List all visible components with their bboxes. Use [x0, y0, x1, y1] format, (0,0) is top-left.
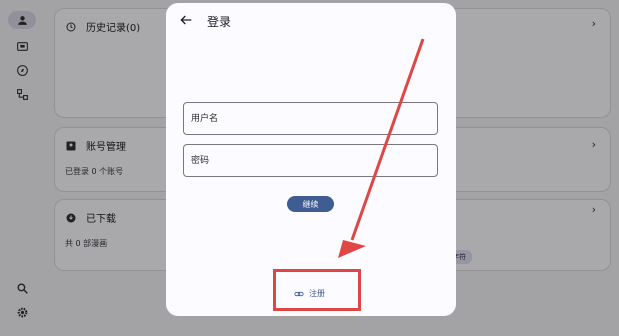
- password-field[interactable]: [183, 144, 438, 177]
- password-input[interactable]: [184, 145, 437, 176]
- continue-button[interactable]: 继续: [287, 196, 334, 212]
- username-input[interactable]: [184, 103, 437, 134]
- highlight-box: [273, 269, 361, 311]
- dialog-title: 登录: [207, 15, 232, 29]
- back-arrow-icon[interactable]: [178, 12, 194, 28]
- username-field[interactable]: [183, 102, 438, 135]
